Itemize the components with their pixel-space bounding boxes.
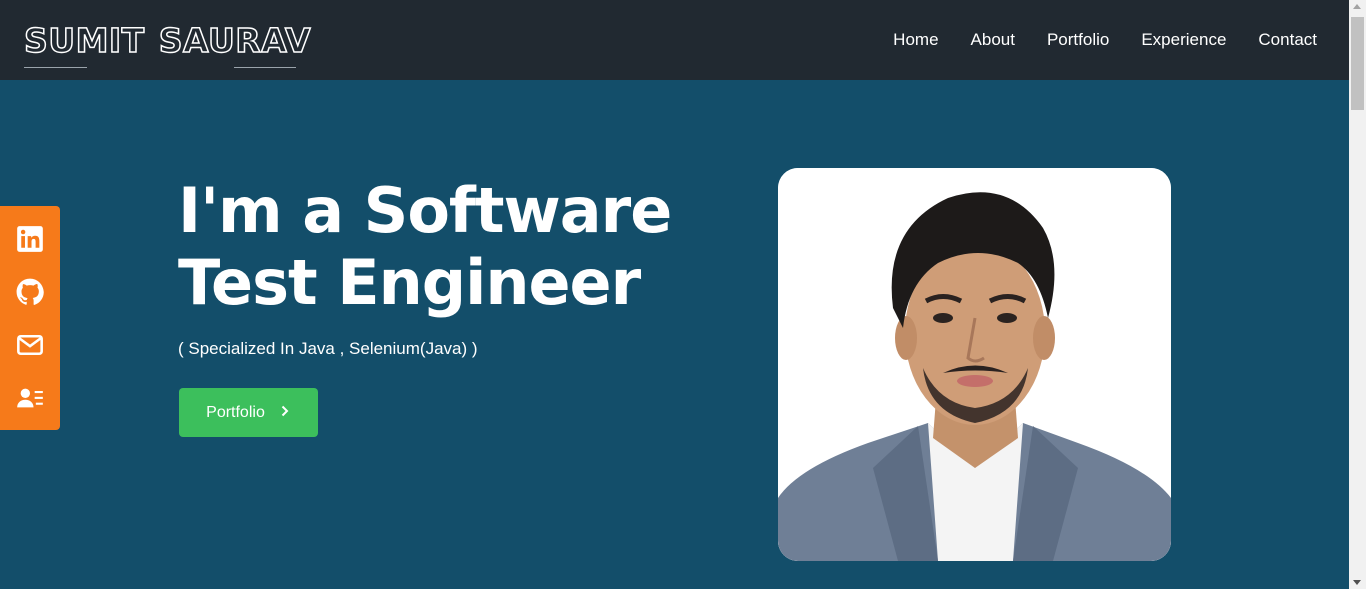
linkedin-icon[interactable] — [15, 224, 45, 254]
logo-underline — [24, 66, 87, 68]
nav-link-about[interactable]: About — [971, 30, 1015, 50]
profile-portrait-illustration — [778, 168, 1171, 561]
logo-last-name: SAURAV — [158, 20, 312, 61]
nav-link-experience[interactable]: Experience — [1141, 30, 1226, 50]
navbar: SUMIT SAURAV Home About Portfolio Experi… — [0, 0, 1349, 80]
nav-link-portfolio[interactable]: Portfolio — [1047, 30, 1109, 50]
hero-title-line-2: Test Engineer — [178, 246, 641, 319]
nav-menu: Home About Portfolio Experience Contact — [893, 30, 1317, 50]
site-logo[interactable]: SUMIT SAURAV — [23, 20, 312, 68]
portfolio-button-label: Portfolio — [206, 403, 265, 421]
scrollbar-thumb[interactable] — [1351, 17, 1364, 110]
scroll-down-arrow-icon[interactable] — [1353, 580, 1361, 585]
page-scrollbar[interactable] — [1349, 0, 1366, 589]
logo-first-name: SUMIT — [23, 20, 145, 61]
hero-title-line-1: I'm a Software — [178, 174, 672, 247]
github-icon[interactable] — [15, 277, 45, 307]
portfolio-button[interactable]: Portfolio — [179, 388, 318, 437]
resume-icon[interactable] — [15, 383, 45, 413]
logo-underline — [234, 66, 296, 68]
profile-photo — [778, 168, 1171, 561]
social-links-bar — [0, 206, 60, 430]
nav-link-contact[interactable]: Contact — [1258, 30, 1317, 50]
mail-icon[interactable] — [15, 330, 45, 360]
hero-title: I'm a Software Test Engineer — [178, 175, 738, 319]
chevron-right-icon — [279, 404, 291, 422]
nav-link-home[interactable]: Home — [893, 30, 938, 50]
hero-subtitle: ( Specialized In Java , Selenium(Java) ) — [178, 339, 478, 358]
scroll-up-arrow-icon[interactable] — [1353, 4, 1361, 9]
